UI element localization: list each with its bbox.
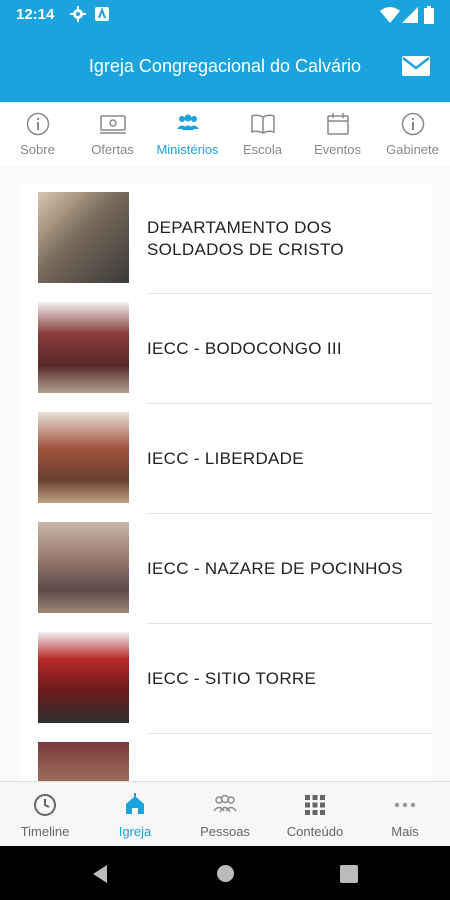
- tab-label: Ofertas: [91, 142, 134, 157]
- ministry-name: IECC - BODOCONGO III: [147, 339, 342, 358]
- ministry-thumbnail: [38, 412, 129, 503]
- nav-conteudo[interactable]: Conteúdo: [270, 782, 360, 847]
- nav-label: Pessoas: [200, 824, 250, 839]
- system-nav-bar: [0, 846, 450, 900]
- list-item[interactable]: IECC - TAVARES: [20, 734, 432, 781]
- nav-mais[interactable]: Mais: [360, 782, 450, 847]
- list-item[interactable]: DEPARTAMENTO DOS SOLDADOS DE CRISTO: [20, 184, 432, 294]
- tab-label: Sobre: [20, 142, 55, 157]
- nav-label: Igreja: [118, 824, 152, 839]
- tab-label: Escola: [242, 142, 283, 157]
- settings-status-icon: [70, 6, 86, 22]
- home-button-icon[interactable]: [216, 864, 235, 883]
- back-icon[interactable]: [91, 864, 109, 884]
- nav-label: Mais: [391, 824, 419, 839]
- ministry-thumbnail: [38, 632, 129, 723]
- tab-ofertas[interactable]: Ofertas: [75, 102, 150, 166]
- people-icon: [176, 114, 199, 130]
- nav-label: Conteúdo: [286, 824, 344, 839]
- ministry-thumbnail: [38, 522, 129, 613]
- tab-eventos[interactable]: Eventos: [300, 102, 375, 166]
- clock-icon: [34, 794, 56, 816]
- signal-icon: [402, 7, 418, 23]
- offering-icon: [99, 115, 126, 134]
- recents-icon[interactable]: [340, 865, 358, 883]
- app-title: Igreja Congregacional do Calvário: [88, 56, 362, 76]
- app-bar: Igreja Congregacional do Calvário: [0, 30, 450, 102]
- list-item[interactable]: IECC - LIBERDADE: [20, 404, 432, 514]
- ministry-thumbnail: [38, 192, 129, 283]
- tab-ministerios[interactable]: Ministérios: [150, 102, 225, 166]
- mail-icon[interactable]: [400, 50, 432, 82]
- ministries-list: DEPARTAMENTO DOS SOLDADOS DE CRISTO IECC…: [0, 166, 450, 781]
- tab-label: Gabinete: [386, 142, 439, 157]
- info-icon: [401, 112, 424, 136]
- nav-timeline[interactable]: Timeline: [0, 782, 90, 847]
- ministry-name: IECC - TAVARES: [147, 734, 418, 781]
- tab-gabinete[interactable]: Gabinete: [375, 102, 450, 166]
- status-time: 12:14: [16, 6, 55, 23]
- nav-igreja[interactable]: Igreja: [90, 782, 180, 847]
- tab-label: Eventos: [314, 142, 361, 157]
- ministry-name: IECC - NAZARE DE POCINHOS: [147, 559, 403, 578]
- calendar-icon: [326, 113, 349, 135]
- more-icon: [394, 802, 416, 808]
- tab-label: Ministérios: [156, 142, 219, 157]
- ministry-name: IECC - LIBERDADE: [147, 449, 304, 468]
- ministry-name: IECC - SITIO TORRE: [147, 669, 317, 688]
- book-icon: [250, 114, 275, 134]
- home-icon: [126, 793, 144, 814]
- people-icon: [213, 795, 237, 813]
- list-item[interactable]: IECC - SITIO TORRE: [20, 624, 432, 734]
- bottom-nav: Timeline Igreja Pessoas Conteúdo Mais: [0, 781, 450, 847]
- top-tab-bar: Sobre Ofertas Ministérios Escola Eventos…: [0, 102, 450, 167]
- info-icon: [26, 112, 49, 136]
- notification-status-icon: [95, 7, 109, 21]
- status-bar: 12:14: [0, 0, 450, 30]
- nav-pessoas[interactable]: Pessoas: [180, 782, 270, 847]
- battery-icon: [424, 6, 434, 24]
- tab-sobre[interactable]: Sobre: [0, 102, 75, 166]
- list-item[interactable]: IECC - BODOCONGO III: [20, 294, 432, 404]
- grid-icon: [305, 795, 325, 815]
- ministry-name: DEPARTAMENTO DOS SOLDADOS DE CRISTO: [147, 218, 344, 259]
- ministry-thumbnail: [38, 302, 129, 393]
- wifi-icon: [380, 7, 400, 23]
- nav-label: Timeline: [20, 824, 70, 839]
- ministries-card: DEPARTAMENTO DOS SOLDADOS DE CRISTO IECC…: [20, 184, 432, 781]
- list-item[interactable]: IECC - NAZARE DE POCINHOS: [20, 514, 432, 624]
- tab-escola[interactable]: Escola: [225, 102, 300, 166]
- ministry-thumbnail: [38, 742, 129, 781]
